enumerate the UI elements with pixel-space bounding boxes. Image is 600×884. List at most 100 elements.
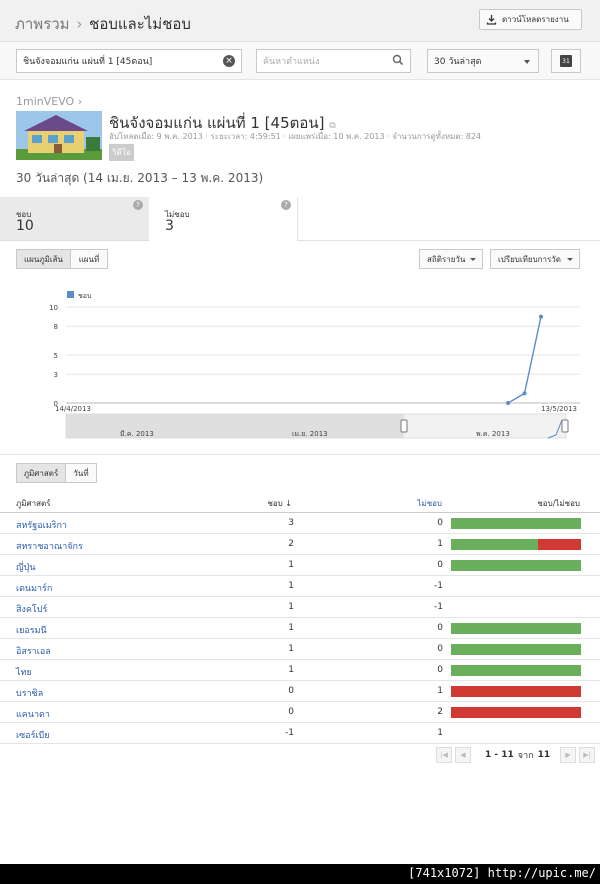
y-tick-label: 8 — [54, 323, 58, 331]
metric-value: 10 — [16, 218, 34, 234]
chevron-down-icon — [524, 60, 530, 64]
channel-link[interactable]: 1minVEVO › — [16, 95, 82, 108]
likes-line-chart: ชอบ 10 8 5 3 0 14/4/2013 13/5/2013 มี.ค. 2013 เม.… — [0, 280, 600, 445]
map-toggle[interactable]: แผนที่ — [70, 249, 108, 269]
x-end-label: 13/5/2013 — [541, 405, 577, 413]
dislikes-value: 0 — [437, 518, 443, 528]
table-row: แคนาดา 0 2 — [0, 702, 600, 723]
table-row: สิงคโปร์ 1 -1 — [0, 597, 600, 618]
clear-icon[interactable]: × — [223, 55, 235, 67]
likes-value: 1 — [288, 665, 294, 675]
video-thumbnail[interactable] — [16, 111, 102, 160]
pager-total: 11 — [537, 750, 551, 760]
next-page-button[interactable]: ▶ — [560, 747, 577, 763]
y-tick-label: 10 — [49, 304, 58, 312]
tab-geography[interactable]: ภูมิศาสตร์ — [16, 463, 66, 483]
likes-value: 1 — [288, 602, 294, 612]
download-report-button[interactable]: ดาวน์โหลดรายงาน — [479, 9, 582, 30]
navigator-handle — [400, 419, 408, 433]
country-link[interactable]: สหราชอาณาจักร — [16, 539, 83, 553]
country-link[interactable]: ญี่ปุ่น — [16, 560, 36, 574]
like-ratio-bar — [451, 644, 581, 655]
chart-toolbar: แผนภูมิเส้น แผนที่ สถิติรายวัน เปรียบเที… — [0, 242, 600, 278]
y-tick-label: 3 — [54, 371, 58, 379]
dislikes-value: 0 — [437, 560, 443, 570]
country-link[interactable]: เซอร์เบีย — [16, 728, 50, 742]
table-row: สหรัฐอเมริกา 3 0 — [0, 513, 600, 534]
download-report-label: ดาวน์โหลดรายงาน — [502, 15, 569, 24]
dislikes-value: 1 — [437, 686, 443, 696]
line-chart-toggle[interactable]: แผนภูมิเส้น — [16, 249, 71, 269]
compare-metric-label: เปรียบเทียบการวัด — [498, 254, 561, 264]
metric-value: 3 — [165, 218, 174, 234]
likes-value: 2 — [288, 539, 294, 549]
help-icon[interactable]: ? — [281, 200, 291, 210]
column-header-ratio: ชอบ/ไม่ชอบ — [537, 499, 580, 508]
location-search-input[interactable]: ค้นหาตำแหน่ง — [256, 49, 411, 73]
pager-range: 1 - 11 — [485, 750, 514, 760]
like-ratio-bar — [451, 665, 581, 676]
help-icon[interactable]: ? — [133, 200, 143, 210]
calendar-button[interactable]: 31 — [551, 49, 581, 73]
country-link[interactable]: บราซิล — [16, 686, 43, 700]
legend-label: ชอบ — [78, 292, 91, 300]
breadcrumb: ภาพรวม › ชอบและไม่ชอบ — [15, 12, 191, 36]
navigator-shade — [66, 414, 404, 438]
pager-of: จาก — [517, 751, 534, 761]
table-tabs: ภูมิศาสตร์ วันที่ — [0, 456, 600, 490]
last-page-button[interactable]: ▶| — [579, 747, 596, 763]
country-link[interactable]: สิงคโปร์ — [16, 602, 47, 616]
header-bar: ภาพรวม › ชอบและไม่ชอบ ดาวน์โหลดรายงาน — [0, 0, 600, 42]
country-link[interactable]: เดนมาร์ก — [16, 581, 52, 595]
column-header-likes[interactable]: ชอบ ↓ — [267, 497, 292, 510]
metric-tab-likes[interactable]: ชอบ 10 ? — [0, 197, 149, 241]
filter-bar: ชินจังจอมแก่น แผ่นที่ 1 [45ตอน] × ค้นหาต… — [0, 42, 600, 80]
table-row: สหราชอาณาจักร 2 1 — [0, 534, 600, 555]
chart-svg: ชอบ10853014/4/2013 13/5/2013มี.ค. 2013 เม.… — [49, 291, 580, 439]
data-point — [539, 314, 543, 319]
country-link[interactable]: อิสราเอล — [16, 644, 51, 658]
tab-date[interactable]: วันที่ — [65, 463, 97, 483]
dislikes-value: 1 — [437, 539, 443, 549]
calendar-icon: 31 — [560, 55, 572, 67]
dislikes-value: -1 — [434, 602, 443, 612]
country-link[interactable]: แคนาดา — [16, 707, 50, 721]
column-header-dislikes[interactable]: ไม่ชอบ — [417, 497, 442, 510]
like-ratio-bar — [451, 539, 538, 550]
country-link[interactable]: เยอรมนี — [16, 623, 47, 637]
series-line — [507, 316, 542, 404]
dislikes-value: -1 — [434, 581, 443, 591]
y-tick-label: 5 — [54, 352, 58, 360]
period-select-value: 30 วันล่าสุด — [434, 57, 482, 67]
data-point — [522, 391, 527, 396]
dislike-ratio-bar — [538, 539, 581, 550]
compare-metric-dropdown[interactable]: เปรียบเทียบการวัด — [490, 249, 580, 269]
dislikes-value: 0 — [437, 644, 443, 654]
country-link[interactable]: ไทย — [16, 665, 32, 679]
country-link[interactable]: สหรัฐอเมริกา — [16, 518, 67, 532]
metric-tab-dislikes[interactable]: ไม่ชอบ 3 ? — [149, 197, 298, 241]
likes-value: -1 — [285, 728, 294, 738]
dislike-ratio-bar — [451, 686, 581, 697]
dislikes-value: 0 — [437, 623, 443, 633]
period-select[interactable]: 30 วันล่าสุด — [427, 49, 539, 73]
prev-page-button[interactable]: ◀ — [455, 747, 471, 763]
content-filter-input[interactable]: ชินจังจอมแก่น แผ่นที่ 1 [45ตอน] × — [16, 49, 242, 73]
dislikes-value: 2 — [437, 707, 443, 717]
data-point — [506, 401, 510, 405]
content-filter-value: ชินจังจอมแก่น แผ่นที่ 1 [45ตอน] — [23, 57, 153, 67]
table-row: ไทย 1 0 — [0, 660, 600, 681]
daily-stats-dropdown[interactable]: สถิติรายวัน — [419, 249, 483, 269]
likes-value: 1 — [288, 560, 294, 570]
chevron-down-icon — [470, 258, 476, 261]
search-icon[interactable] — [392, 54, 404, 66]
breadcrumb-overview-link[interactable]: ภาพรวม — [15, 15, 70, 33]
chevron-down-icon — [567, 258, 573, 261]
date-range-label: 30 วันล่าสุด (14 เม.ย. 2013 – 13 พ.ค. 20… — [16, 171, 264, 185]
likes-value: 1 — [288, 623, 294, 633]
first-page-button[interactable]: |◀ — [436, 747, 452, 763]
column-header-geography[interactable]: ภูมิศาสตร์ — [16, 497, 51, 510]
video-type-badge: วิดีโอ — [109, 144, 134, 161]
dislike-ratio-bar — [451, 707, 581, 718]
page-title: ชอบและไม่ชอบ — [89, 15, 191, 33]
